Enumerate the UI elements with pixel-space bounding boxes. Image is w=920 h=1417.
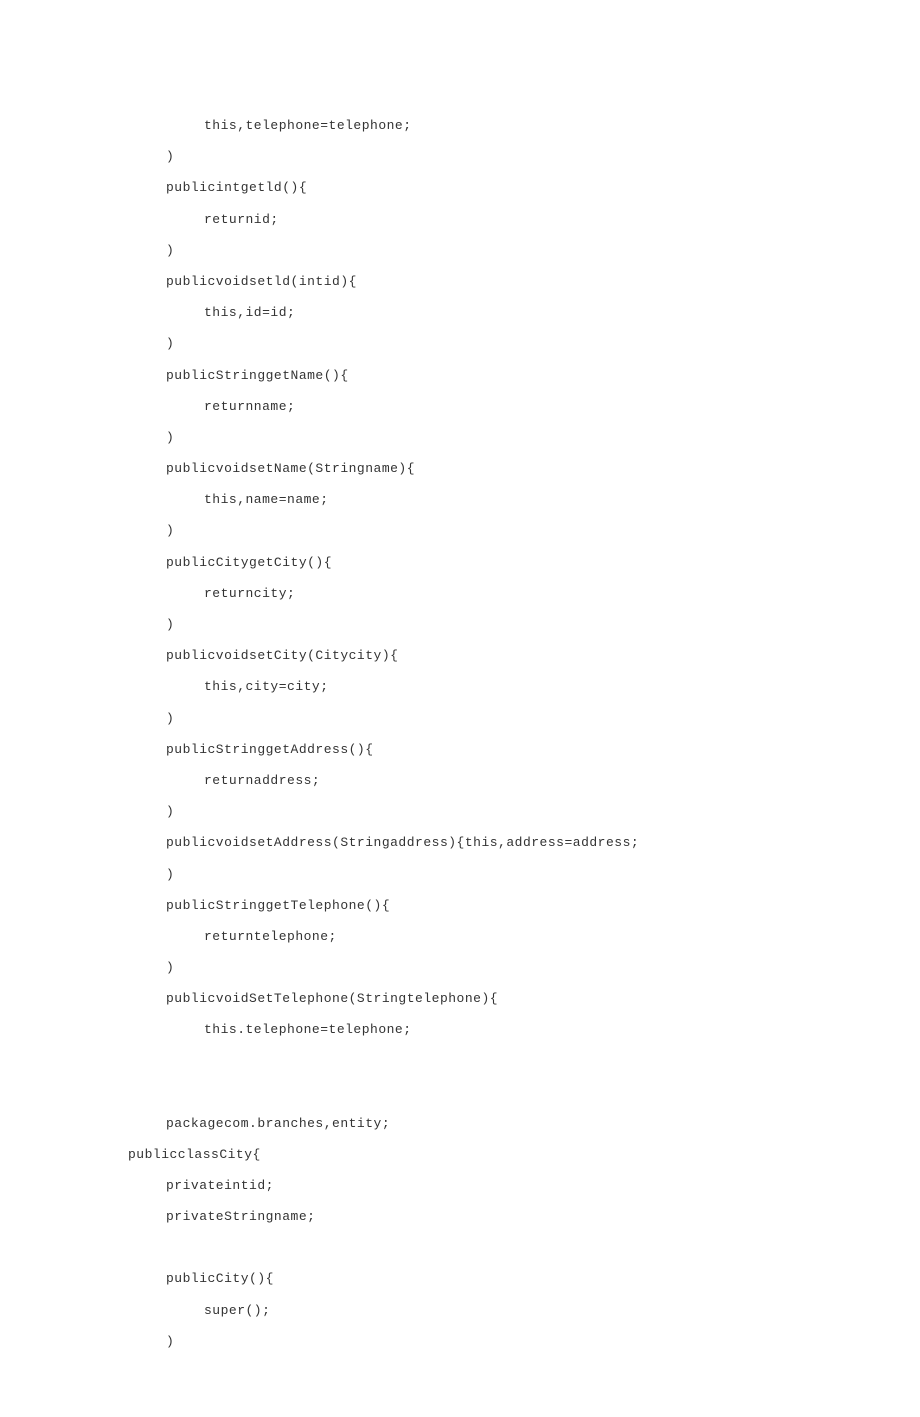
code-line: returntelephone; — [128, 921, 860, 952]
code-line: publicStringgetAddress(){ — [128, 734, 860, 765]
code-line: publicvoidsetCity(Citycity){ — [128, 640, 860, 671]
code-line: publicclassCity{ — [128, 1139, 860, 1170]
code-line: publicvoidSetTelephone(Stringtelephone){ — [128, 983, 860, 1014]
code-line: ) — [128, 328, 860, 359]
code-line: publicvoidsetld(intid){ — [128, 266, 860, 297]
code-line: returnname; — [128, 391, 860, 422]
code-line: packagecom.branches,entity; — [128, 1108, 860, 1139]
code-line: ) — [128, 235, 860, 266]
code-line: privateStringname; — [128, 1201, 860, 1232]
code-line: super(); — [128, 1295, 860, 1326]
code-line: publicCitygetCity(){ — [128, 547, 860, 578]
code-line: this.telephone=telephone; — [128, 1014, 860, 1045]
code-line: ) — [128, 703, 860, 734]
code-document: this,telephone=telephone;)publicintgetld… — [0, 0, 920, 1417]
code-line: ) — [128, 1326, 860, 1357]
code-line: returnaddress; — [128, 765, 860, 796]
code-line: publicStringgetName(){ — [128, 360, 860, 391]
code-line: publicCity(){ — [128, 1263, 860, 1294]
code-line: ) — [128, 859, 860, 890]
code-line: returnid; — [128, 204, 860, 235]
blank-line — [128, 1046, 860, 1077]
code-line: publicvoidsetAddress(Stringaddress){this… — [128, 827, 860, 858]
blank-line — [128, 1232, 860, 1263]
code-line: ) — [128, 422, 860, 453]
code-line: this,city=city; — [128, 671, 860, 702]
code-line: this,name=name; — [128, 484, 860, 515]
code-line: publicintgetld(){ — [128, 172, 860, 203]
code-line: ) — [128, 609, 860, 640]
code-line: ) — [128, 952, 860, 983]
code-line: this,id=id; — [128, 297, 860, 328]
code-line: ) — [128, 141, 860, 172]
code-line: publicStringgetTelephone(){ — [128, 890, 860, 921]
code-line: this,telephone=telephone; — [128, 110, 860, 141]
blank-line — [128, 1077, 860, 1108]
code-line: privateintid; — [128, 1170, 860, 1201]
code-line: ) — [128, 796, 860, 827]
code-line: publicvoidsetName(Stringname){ — [128, 453, 860, 484]
code-line: ) — [128, 515, 860, 546]
code-line: returncity; — [128, 578, 860, 609]
